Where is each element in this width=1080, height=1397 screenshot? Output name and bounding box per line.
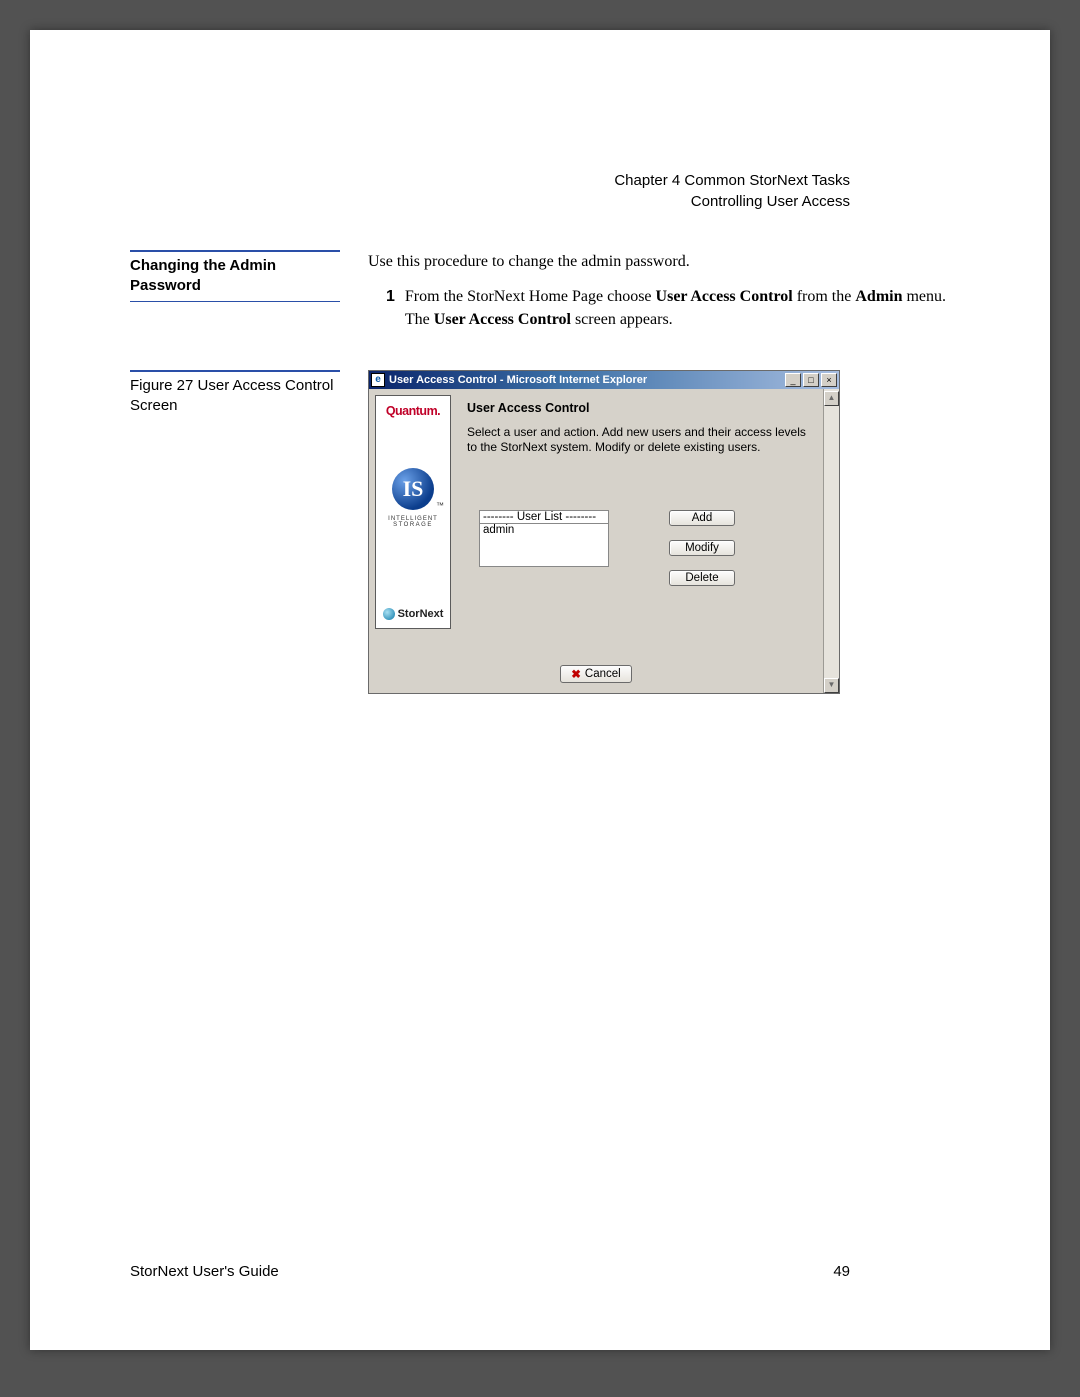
cancel-x-icon: ✖: [571, 667, 581, 681]
add-button[interactable]: Add: [669, 510, 735, 526]
document-page: Chapter 4 Common StorNext Tasks Controll…: [30, 30, 1050, 1350]
page-footer: StorNext User's Guide 49: [130, 1263, 850, 1280]
step-number: 1: [386, 285, 395, 331]
ie-window: User Access Control - Microsoft Internet…: [368, 370, 840, 694]
action-buttons: Add Modify Delete: [669, 510, 735, 586]
step-1: 1 From the StorNext Home Page choose Use…: [368, 285, 950, 331]
scrollbar[interactable]: ▲ ▼: [823, 389, 839, 693]
scroll-down-button[interactable]: ▼: [824, 678, 839, 693]
chapter-label: Chapter 4 Common StorNext Tasks: [614, 170, 850, 191]
app-sidebar: Quantum. IS INTELLIGENT STORAGE StorNext: [375, 395, 451, 629]
minimize-button[interactable]: _: [785, 373, 801, 387]
user-list-label: -------- User List --------: [479, 510, 609, 523]
maximize-button[interactable]: □: [803, 373, 819, 387]
delete-button[interactable]: Delete: [669, 570, 735, 586]
close-button[interactable]: ×: [821, 373, 837, 387]
intro-text: Use this procedure to change the admin p…: [368, 250, 950, 273]
user-list-item[interactable]: admin: [483, 524, 605, 536]
page-header: Chapter 4 Common StorNext Tasks Controll…: [614, 170, 850, 212]
cancel-row: ✖ Cancel: [369, 665, 823, 683]
panel-title: User Access Control: [467, 401, 809, 415]
cancel-button[interactable]: ✖ Cancel: [560, 665, 631, 683]
section-label: Controlling User Access: [614, 191, 850, 212]
user-list[interactable]: -------- User List -------- admin: [479, 510, 609, 567]
user-list-box[interactable]: admin: [479, 523, 609, 567]
cancel-label: Cancel: [585, 668, 621, 680]
section-title: Changing the Admin Password: [130, 250, 340, 302]
scroll-up-button[interactable]: ▲: [824, 391, 839, 406]
footer-left: StorNext User's Guide: [130, 1263, 279, 1280]
is-badge-icon: IS: [392, 468, 434, 510]
stornext-logo: StorNext: [383, 528, 444, 620]
window-title: User Access Control - Microsoft Internet…: [389, 374, 647, 386]
modify-button[interactable]: Modify: [669, 540, 735, 556]
window-titlebar[interactable]: User Access Control - Microsoft Internet…: [369, 371, 839, 389]
quantum-logo: Quantum.: [386, 404, 440, 418]
ie-icon: [371, 373, 385, 387]
stornext-globe-icon: [383, 608, 395, 620]
main-panel: User Access Control Select a user and ac…: [459, 395, 817, 629]
page-number: 49: [833, 1263, 850, 1280]
step-text: From the StorNext Home Page choose User …: [405, 285, 950, 331]
panel-description: Select a user and action. Add new users …: [467, 425, 809, 455]
figure-caption: Figure 27 User Access Control Screen: [130, 370, 340, 694]
